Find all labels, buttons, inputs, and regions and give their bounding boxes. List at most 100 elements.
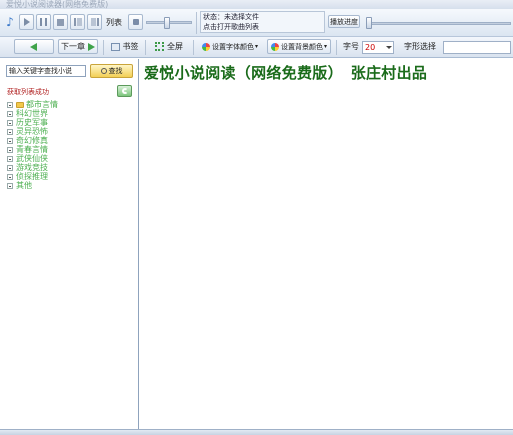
palette-icon — [201, 42, 210, 51]
folder-icon — [16, 101, 24, 108]
expand-icon[interactable] — [7, 146, 13, 153]
player-status-box: 状态：未选择文件 点击打开歌曲列表 — [200, 11, 325, 33]
background-color-button[interactable]: 设置背景颜色 ▾ — [267, 39, 331, 54]
category-label: 游戏竞技 — [16, 163, 48, 172]
category-label: 科幻世界 — [16, 109, 48, 118]
stop-button[interactable] — [53, 14, 68, 30]
previous-track-button[interactable] — [70, 14, 85, 30]
dropdown-icon: ▾ — [323, 43, 327, 50]
expand-icon[interactable] — [7, 101, 13, 108]
window-titlebar: 爱悦小说阅读器(网络免费版) — [0, 0, 513, 9]
previous-icon — [73, 18, 82, 26]
player-toolbar: ♪ 列表 状态：未选择文件 点击打开歌曲列表 播放进度 — [0, 9, 513, 37]
expand-icon[interactable] — [7, 173, 13, 180]
category-label: 武侠仙侠 — [16, 154, 48, 163]
play-icon — [23, 18, 30, 26]
category-label: 历史军事 — [16, 118, 48, 127]
category-tree: 都市言情 科幻世界 历史军事 灵异恐怖 奇幻修真 青春言情 武侠仙侠 游戏竞技 侦探推理 其他 — [7, 100, 58, 190]
volume-slider-thumb[interactable] — [164, 17, 170, 29]
expand-icon[interactable] — [7, 155, 13, 162]
fullscreen-button[interactable]: 全屏 — [150, 39, 188, 54]
font-color-button[interactable]: 设置字体颜色 ▾ — [198, 39, 262, 54]
status-bar — [0, 429, 513, 435]
category-label: 都市言情 — [26, 100, 58, 109]
status-line-file: 状态：未选择文件 — [203, 13, 259, 21]
expand-icon[interactable] — [7, 128, 13, 135]
bg-color-label: 设置背景颜色 — [280, 42, 323, 51]
bookmark-label: 书签 — [122, 42, 139, 51]
font-size-select[interactable]: 20 — [362, 41, 394, 54]
reader-toolbar: 下一章 书签 全屏 设置字体颜色 ▾ 设置背景颜色 ▾ 字号 20 字形选择 — [0, 37, 513, 58]
refresh-icon — [121, 88, 128, 94]
fullscreen-label: 全屏 — [167, 42, 183, 51]
status-line-hint: 点击打开歌曲列表 — [203, 23, 259, 31]
divider — [193, 40, 194, 55]
expand-icon[interactable] — [7, 164, 13, 171]
category-tree-item[interactable]: 奇幻修真 — [7, 136, 58, 145]
divider — [336, 40, 337, 55]
next-chapter-button[interactable]: 下一章 — [58, 39, 98, 54]
next-track-button[interactable] — [87, 14, 102, 30]
next-chapter-label: 下一章 — [61, 42, 85, 51]
category-tree-item[interactable]: 其他 — [7, 181, 58, 190]
magnifier-icon — [100, 68, 107, 74]
progress-label-box: 播放进度 — [328, 15, 360, 28]
chevron-down-icon — [386, 46, 392, 49]
expand-icon[interactable] — [7, 119, 13, 126]
category-tree-item[interactable]: 游戏竞技 — [7, 163, 58, 172]
progress-label: 播放进度 — [330, 17, 358, 26]
music-note-icon: ♪ — [6, 15, 14, 29]
search-button[interactable]: 查找 — [90, 64, 133, 78]
divider — [103, 40, 104, 55]
next-icon — [90, 18, 99, 26]
expand-icon[interactable] — [7, 182, 13, 189]
playlist-button[interactable]: 列表 — [104, 14, 124, 30]
category-tree-item[interactable]: 都市言情 — [7, 100, 58, 109]
divider — [196, 12, 197, 34]
font-size-value: 20 — [365, 43, 376, 52]
category-label: 侦探推理 — [16, 172, 48, 181]
font-style-select[interactable] — [443, 41, 511, 54]
category-tree-item[interactable]: 科幻世界 — [7, 109, 58, 118]
category-tree-item[interactable]: 青春言情 — [7, 145, 58, 154]
expand-icon[interactable] — [7, 110, 13, 117]
progress-slider-thumb[interactable] — [366, 17, 372, 29]
arrow-right-icon — [88, 42, 95, 51]
dropdown-icon: ▾ — [254, 43, 258, 50]
previous-chapter-button[interactable] — [14, 39, 54, 54]
palette-icon — [270, 42, 279, 51]
category-label: 其他 — [16, 181, 32, 190]
arrow-left-icon — [29, 42, 37, 51]
category-tree-item[interactable]: 武侠仙侠 — [7, 154, 58, 163]
pause-icon — [40, 18, 47, 26]
app-music-icon[interactable]: ♪ — [3, 15, 17, 29]
category-label: 奇幻修真 — [16, 136, 48, 145]
category-label: 灵异恐怖 — [16, 127, 48, 136]
reading-area[interactable]: 爱悦小说阅读（网络免费版） 张庄村出品 — [140, 59, 513, 429]
font-color-label: 设置字体颜色 — [211, 42, 254, 51]
novel-list-panel: 查找 获取列表成功 都市言情科幻世界历史军事灵异恐怖奇幻修真青春言情武侠仙侠游戏… — [0, 59, 139, 429]
search-button-label: 查找 — [108, 67, 123, 75]
progress-slider-track[interactable] — [366, 22, 511, 25]
category-tree-item[interactable]: 灵异恐怖 — [7, 127, 58, 136]
pause-button[interactable] — [36, 14, 51, 30]
fetch-status-text: 获取列表成功 — [7, 88, 49, 96]
category-tree-item[interactable]: 侦探推理 — [7, 172, 58, 181]
expand-icon[interactable] — [7, 137, 13, 144]
play-button[interactable] — [19, 14, 34, 30]
font-size-label: 字号 — [343, 42, 359, 51]
bookmark-icon — [110, 42, 120, 51]
volume-button[interactable] — [128, 14, 143, 30]
speaker-icon — [132, 19, 139, 25]
fullscreen-icon — [155, 42, 164, 51]
font-style-label: 字形选择 — [404, 42, 436, 51]
category-tree-item[interactable]: 历史军事 — [7, 118, 58, 127]
playlist-label: 列表 — [106, 17, 122, 27]
refresh-button[interactable] — [117, 85, 132, 97]
divider — [145, 40, 146, 55]
bookmark-button[interactable]: 书签 — [108, 39, 141, 54]
search-input[interactable] — [6, 65, 86, 77]
category-label: 青春言情 — [16, 145, 48, 154]
stop-icon — [57, 18, 64, 26]
window-title: 爱悦小说阅读器(网络免费版) — [6, 0, 109, 9]
